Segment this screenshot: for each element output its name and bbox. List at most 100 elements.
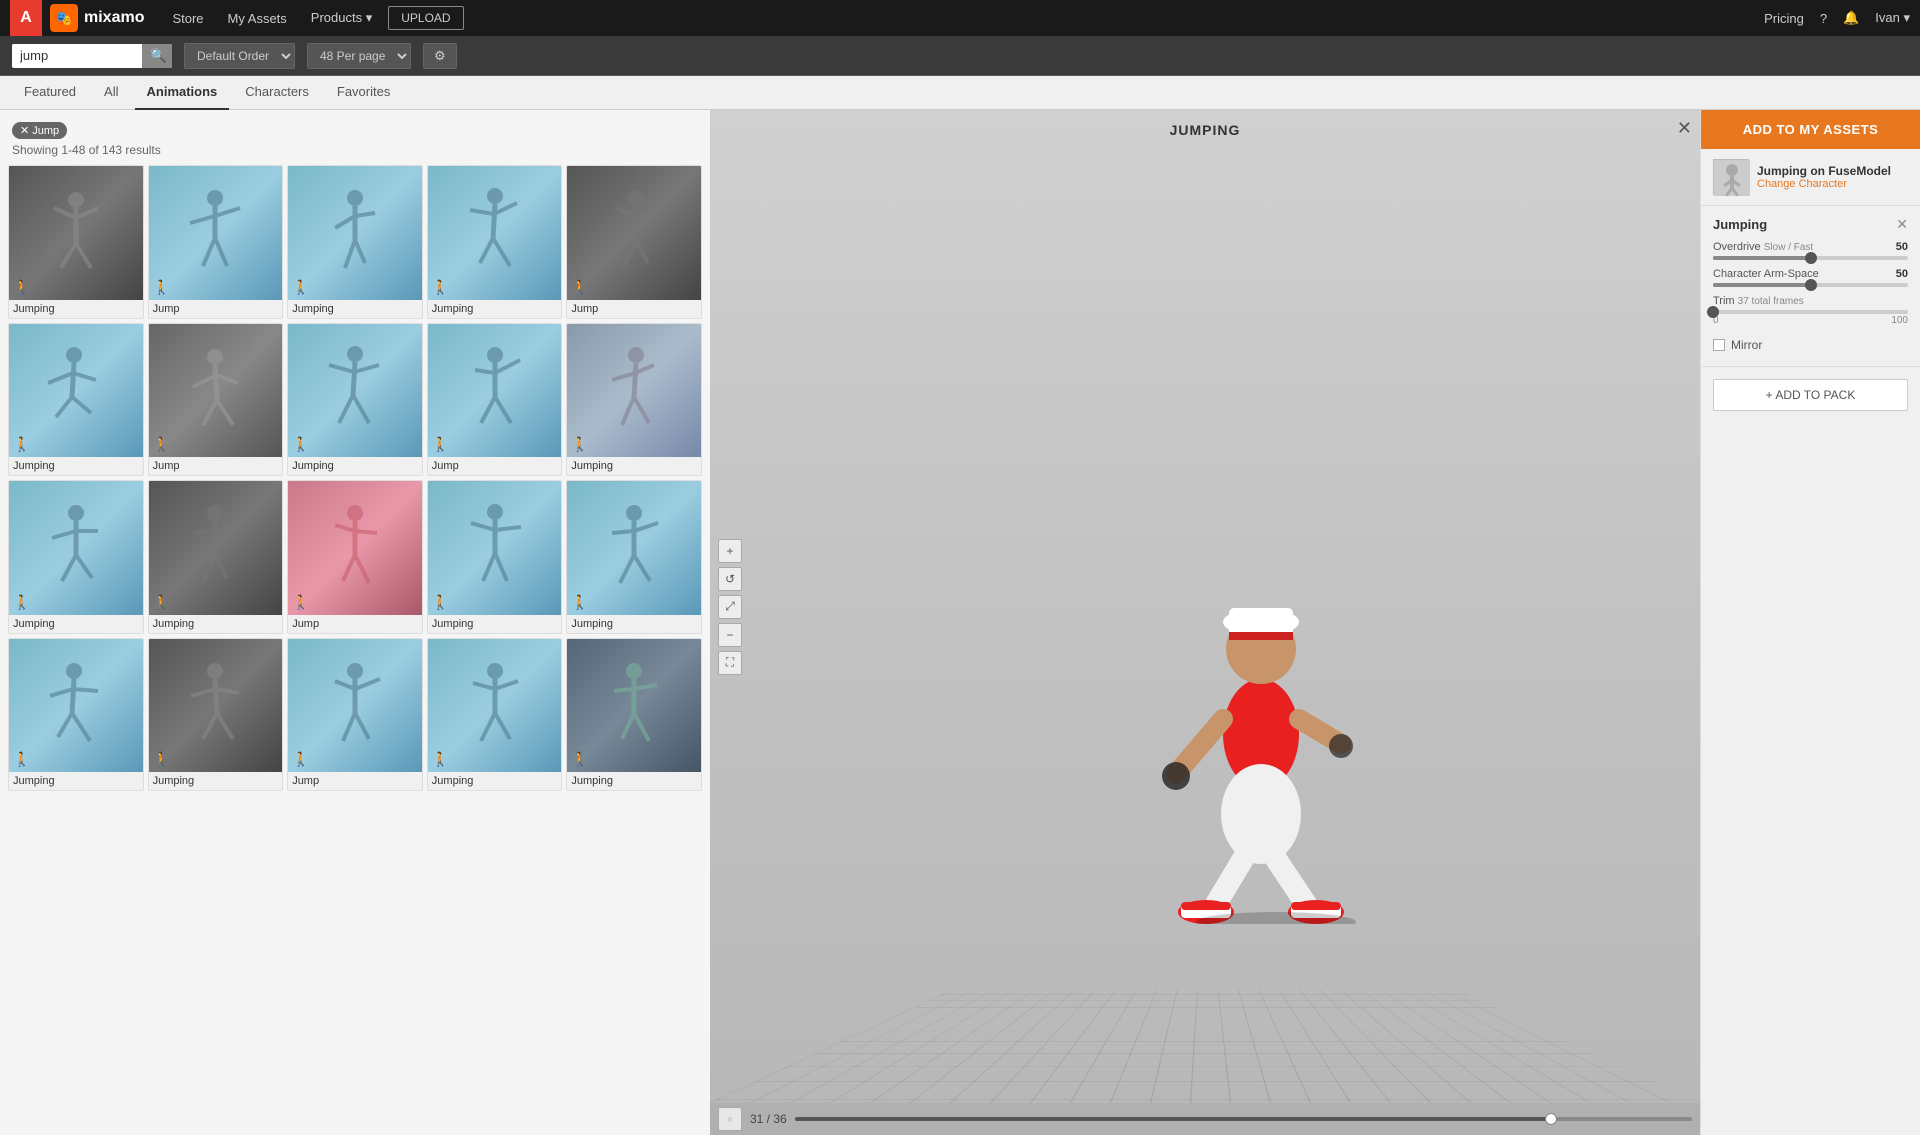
nav-my-assets[interactable]: My Assets	[216, 0, 299, 36]
grid-item-14[interactable]: 🚶 Jumping	[566, 480, 702, 634]
item-label-18: Jumping	[428, 772, 562, 790]
close-preview-button[interactable]: ✕	[1677, 118, 1692, 139]
item-label-8: Jump	[428, 457, 562, 475]
grid-item-19[interactable]: 🚶 Jumping	[566, 638, 702, 792]
item-label-5: Jumping	[9, 457, 143, 475]
search-input[interactable]	[12, 44, 142, 67]
item-label-0: Jumping	[9, 300, 143, 318]
grid-item-10[interactable]: 🚶 Jumping	[8, 480, 144, 634]
item-label-12: Jump	[288, 615, 422, 633]
search-bar: 🔍 Default Order 48 Per page ⚙	[0, 36, 1920, 76]
tab-all[interactable]: All	[92, 76, 130, 110]
grid-item-8[interactable]: 🚶 Jump	[427, 323, 563, 477]
grid-item-6[interactable]: 🚶 Jump	[148, 323, 284, 477]
seek-fill	[795, 1117, 1558, 1121]
grid-item-9[interactable]: 🚶 Jumping	[566, 323, 702, 477]
character-info: Jumping on FuseModel Change Character	[1757, 164, 1908, 190]
character-thumbnail	[1713, 159, 1749, 195]
preview-area: JUMPING ✕ + ↺ ⤢ − ⛶	[710, 110, 1700, 1103]
adobe-logo: A	[10, 0, 42, 36]
fit-button[interactable]: ⤢	[718, 595, 742, 619]
grid-item-3[interactable]: 🚶 Jumping	[427, 165, 563, 319]
seek-handle[interactable]	[1545, 1113, 1557, 1125]
filter-tag-jump[interactable]: ✕ Jump	[12, 122, 67, 139]
main-content: ✕ Jump Showing 1-48 of 143 results 🚶	[0, 110, 1920, 1135]
character-preview-svg	[1121, 504, 1401, 924]
tab-animations[interactable]: Animations	[135, 76, 230, 110]
animation-params-section: Jumping ✕ Overdrive Slow / Fast 50 Chara…	[1701, 206, 1920, 367]
walk-icon-2: 🚶	[292, 279, 309, 296]
nav-products[interactable]: Products ▾	[299, 0, 384, 36]
close-anim-button[interactable]: ✕	[1896, 216, 1908, 233]
thumb-11: 🚶	[149, 481, 283, 615]
thumb-13: 🚶	[428, 481, 562, 615]
grid-item-12[interactable]: 🚶 Jump	[287, 480, 423, 634]
grid-item-5[interactable]: 🚶 Jumping	[8, 323, 144, 477]
walk-icon-16: 🚶	[153, 751, 170, 768]
walk-icon-5: 🚶	[13, 436, 30, 453]
change-character-link[interactable]: Change Character	[1757, 178, 1908, 190]
notifications-icon[interactable]: 🔔	[1843, 10, 1859, 26]
settings-button[interactable]: ⚙	[423, 43, 457, 69]
pricing-link[interactable]: Pricing	[1764, 11, 1804, 26]
thumb-8: 🚶	[428, 324, 562, 458]
sort-select[interactable]: Default Order	[184, 43, 295, 69]
add-to-assets-button[interactable]: ADD TO MY ASSETS	[1701, 110, 1920, 149]
thumb-9: 🚶	[567, 324, 701, 458]
thumb-4: 🚶	[567, 166, 701, 300]
item-label-15: Jumping	[9, 772, 143, 790]
grid-item-1[interactable]: 🚶 Jump	[148, 165, 284, 319]
search-box: 🔍	[12, 44, 172, 68]
overdrive-slider[interactable]	[1713, 256, 1908, 260]
grid-item-15[interactable]: 🚶 Jumping	[8, 638, 144, 792]
walk-icon-8: 🚶	[432, 436, 449, 453]
user-menu[interactable]: Ivan ▾	[1875, 10, 1910, 26]
thumb-16: 🚶	[149, 639, 283, 773]
tab-featured[interactable]: Featured	[12, 76, 88, 110]
help-icon[interactable]: ?	[1820, 11, 1827, 26]
trim-range: 0 100	[1713, 315, 1908, 326]
preview-controls: + ↺ ⤢ − ⛶	[718, 539, 742, 675]
grid-item-2[interactable]: 🚶 Jumping	[287, 165, 423, 319]
preview-title: JUMPING	[1170, 122, 1241, 138]
perpage-select[interactable]: 48 Per page	[307, 43, 411, 69]
item-label-9: Jumping	[567, 457, 701, 475]
add-to-pack-button[interactable]: + ADD TO PACK	[1713, 379, 1908, 411]
grid-item-17[interactable]: 🚶 Jump	[287, 638, 423, 792]
tab-favorites[interactable]: Favorites	[325, 76, 402, 110]
thumb-15: 🚶	[9, 639, 143, 773]
zoom-out-button[interactable]: −	[718, 623, 742, 647]
nav-store[interactable]: Store	[160, 0, 215, 36]
grid-item-13[interactable]: 🚶 Jumping	[427, 480, 563, 634]
pause-button[interactable]: ⏸	[718, 1107, 742, 1131]
param-trim-label: Trim 37 total frames	[1713, 295, 1908, 307]
grid-item-4[interactable]: 🚶 Jump	[566, 165, 702, 319]
item-label-16: Jumping	[149, 772, 283, 790]
tab-characters[interactable]: Characters	[233, 76, 321, 110]
thumb-6: 🚶	[149, 324, 283, 458]
filter-tag-label: ✕ Jump	[20, 124, 59, 137]
grid-item-0[interactable]: 🚶 Jumping	[8, 165, 144, 319]
trim-slider[interactable]	[1713, 310, 1908, 314]
mirror-checkbox[interactable]	[1713, 339, 1725, 351]
arm-space-slider[interactable]	[1713, 283, 1908, 287]
walk-icon-12: 🚶	[292, 594, 309, 611]
upload-button[interactable]: UPLOAD	[388, 6, 463, 30]
reset-view-button[interactable]: ↺	[718, 567, 742, 591]
grid-item-16[interactable]: 🚶 Jumping	[148, 638, 284, 792]
thumb-19: 🚶	[567, 639, 701, 773]
grid-item-7[interactable]: 🚶 Jumping	[287, 323, 423, 477]
seek-bar[interactable]	[795, 1117, 1692, 1121]
fullscreen-button[interactable]: ⛶	[718, 651, 742, 675]
walk-icon-17: 🚶	[292, 751, 309, 768]
walk-icon: 🚶	[13, 279, 30, 296]
thumb-17: 🚶	[288, 639, 422, 773]
zoom-in-button[interactable]: +	[718, 539, 742, 563]
grid-item-11[interactable]: 🚶 Jumping	[148, 480, 284, 634]
search-button[interactable]: 🔍	[142, 44, 172, 68]
preview-panel: JUMPING ✕ + ↺ ⤢ − ⛶	[710, 110, 1700, 1135]
walk-icon-14: 🚶	[571, 594, 588, 611]
thumb-3: 🚶	[428, 166, 562, 300]
grid-item-18[interactable]: 🚶 Jumping	[427, 638, 563, 792]
frame-counter: 31 / 36	[750, 1112, 787, 1126]
